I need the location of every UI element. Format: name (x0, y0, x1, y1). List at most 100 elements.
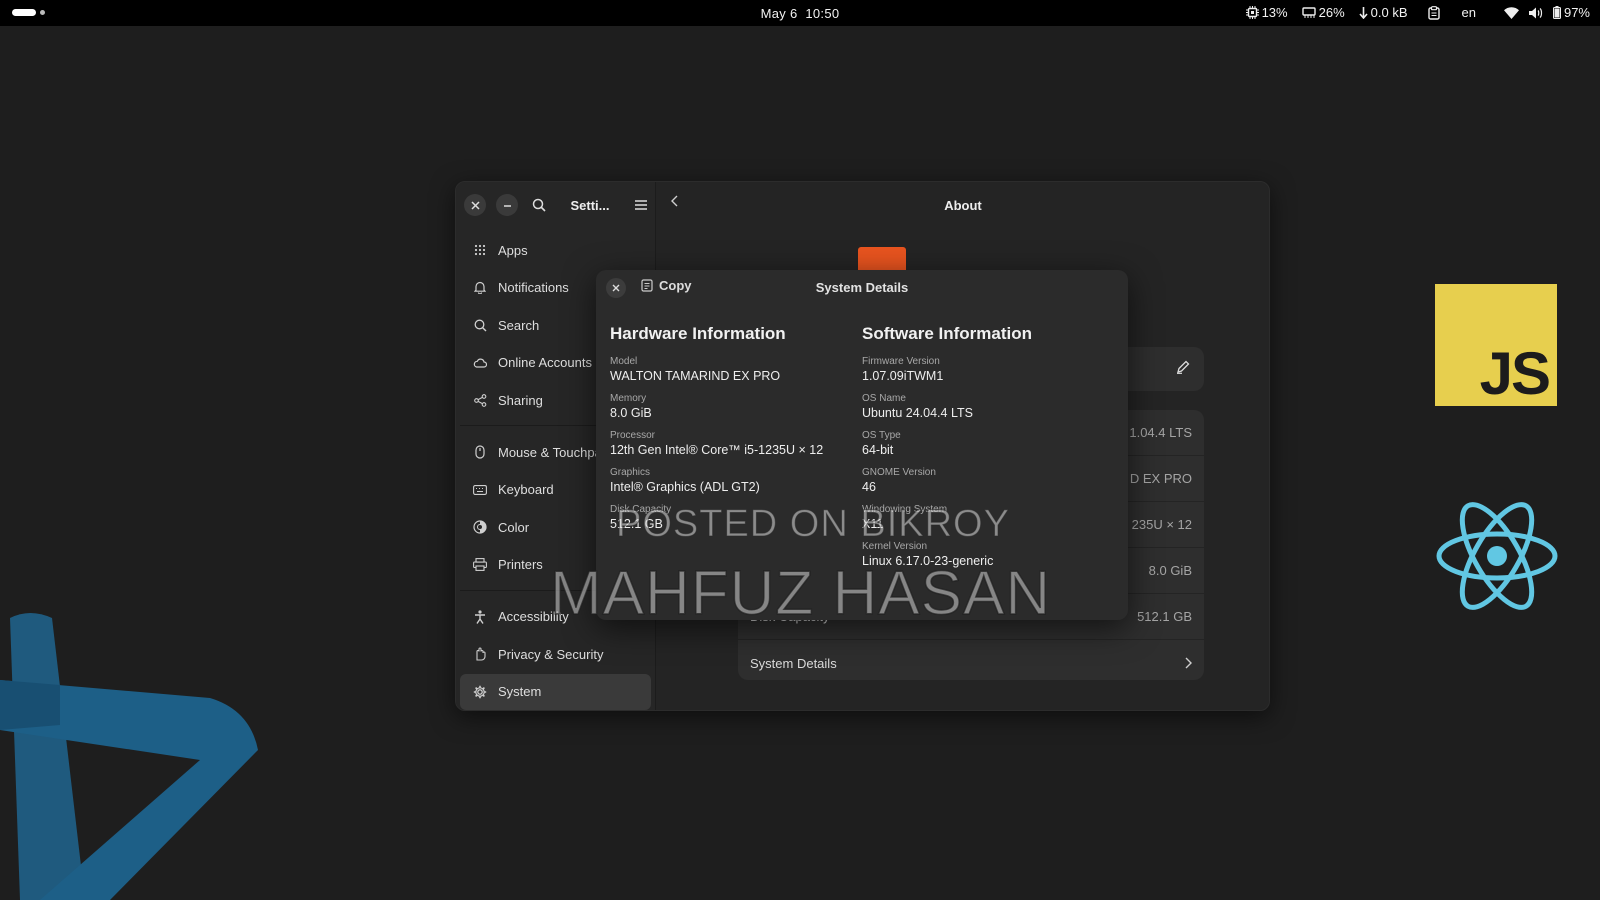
hardware-heading: Hardware Information (610, 324, 786, 343)
cloud-icon (472, 355, 488, 371)
about-row-value: D EX PRO (1129, 471, 1192, 486)
vscode-logo-icon (0, 613, 258, 900)
back-button[interactable] (671, 194, 679, 212)
field-value: 1.07.09iTWM1 (862, 369, 944, 383)
memory-indicator[interactable]: 26% (1301, 5, 1345, 20)
hardware-field-graphics: Graphics Intel® Graphics (ADL GT2) (610, 467, 862, 495)
watermark-posted-on: POSTED ON BIKROY (616, 503, 1010, 546)
main-menu-button[interactable] (630, 194, 652, 216)
wifi-icon (1503, 6, 1519, 19)
language-indicator[interactable]: en (1462, 5, 1476, 20)
field-label: Firmware Version (862, 356, 940, 367)
system-tray: 13% 26% 0.0 kB en 97% (1245, 5, 1590, 20)
network-indicator[interactable]: 0.0 kB (1359, 5, 1408, 20)
sidebar-item-apps[interactable]: Apps (460, 232, 651, 268)
field-value: 12th Gen Intel® Core™ i5-1235U × 12 (610, 443, 824, 457)
field-label: GNOME Version (862, 467, 936, 478)
sidebar-item-label: Notifications (498, 280, 569, 295)
bell-icon (472, 280, 488, 296)
software-field-os-type: OS Type 64-bit (862, 430, 1114, 458)
software-field-firmware: Firmware Version 1.07.09iTWM1 (862, 356, 1114, 384)
sidebar-item-system[interactable]: System (460, 673, 651, 710)
status-menu[interactable]: 97% (1503, 5, 1590, 20)
sidebar-item-label: Search (498, 317, 540, 333)
window-minimize-button[interactable] (496, 194, 518, 216)
battery-indicator: 97% (1552, 5, 1590, 20)
chevron-right-icon (1185, 657, 1192, 669)
edit-pencil-icon[interactable] (1176, 360, 1190, 379)
field-label: OS Type (862, 430, 901, 441)
field-value: Ubuntu 24.04.4 LTS (862, 406, 973, 420)
content-header: About (657, 182, 1269, 228)
color-icon (472, 519, 488, 535)
sidebar-item-label: Mouse & Touchpad (498, 444, 610, 460)
cpu-value: 13% (1261, 5, 1288, 20)
field-value: 64-bit (862, 443, 894, 457)
field-value: 46 (862, 480, 876, 494)
battery-icon (1552, 6, 1561, 19)
volume-icon (1528, 7, 1543, 18)
field-label: Graphics (610, 467, 651, 478)
hamburger-menu-icon (635, 200, 647, 210)
search-icon (532, 198, 546, 212)
apps-grid-icon (472, 242, 488, 258)
dialog-header: Copy System Details (596, 270, 1128, 306)
memory-value: 26% (1318, 5, 1345, 20)
sidebar-item-label: Color (498, 519, 530, 535)
hardware-field-processor: Processor 12th Gen Intel® Core™ i5-1235U… (610, 430, 862, 458)
about-row-value: 512.1 GB (1137, 609, 1192, 624)
sidebar-item-label: System (498, 684, 542, 699)
network-value: 0.0 kB (1370, 5, 1408, 20)
top-panel: May 6 10:50 13% 26% 0.0 kB en 97% (0, 0, 1600, 26)
field-label: Model (610, 356, 638, 367)
language-value: en (1461, 5, 1476, 20)
javascript-logo: JS (1435, 284, 1557, 406)
about-row-value: 8.0 GiB (1148, 563, 1192, 578)
field-value: Intel® Graphics (ADL GT2) (610, 480, 760, 494)
sidebar-item-label: Apps (498, 242, 528, 258)
react-logo-icon (1436, 502, 1558, 610)
memory-icon (1301, 7, 1316, 18)
field-label: Memory (610, 393, 647, 404)
page-title: About (944, 197, 982, 213)
software-heading: Software Information (862, 324, 1033, 343)
sidebar-item-label: Privacy & Security (498, 646, 604, 662)
field-label: Processor (610, 430, 656, 441)
battery-value: 97% (1563, 5, 1590, 20)
sidebar-item-privacy-security[interactable]: Privacy & Security (460, 636, 651, 672)
clock-time: 10:50 (805, 6, 840, 21)
hardware-field-memory: Memory 8.0 GiB (610, 393, 862, 421)
field-label: OS Name (862, 393, 906, 404)
keyboard-icon (472, 482, 488, 498)
sidebar-header: Setti... (456, 182, 655, 228)
gear-icon (472, 684, 488, 700)
dialog-title: System Details (815, 280, 909, 295)
javascript-logo-text: JS (1479, 340, 1551, 407)
cpu-icon (1245, 6, 1259, 19)
system-details-row[interactable]: System Details (738, 640, 1204, 680)
software-field-gnome-version: GNOME Version 46 (862, 467, 1114, 495)
field-value: WALTON TAMARIND EX PRO (610, 369, 781, 383)
hand-icon (472, 646, 488, 662)
system-details-label: System Details (750, 655, 837, 671)
printer-icon (472, 557, 488, 573)
download-arrow-icon (1359, 6, 1368, 19)
clock-date: May 6 (760, 6, 798, 21)
software-field-os-name: OS Name Ubuntu 24.04.4 LTS (862, 393, 1114, 421)
sidebar-item-label: Keyboard (498, 482, 554, 497)
sidebar-item-label: Sharing (498, 392, 543, 408)
window-close-button[interactable] (464, 194, 486, 216)
about-row-value: 235U × 12 (1131, 517, 1192, 532)
accessibility-icon (472, 609, 488, 625)
chevron-left-icon (671, 195, 678, 207)
about-row-value: 1.04.4 LTS (1129, 425, 1192, 440)
sidebar-item-label: Printers (498, 557, 543, 572)
sidebar-search-button[interactable] (528, 194, 550, 216)
clipboard-icon (1427, 5, 1440, 20)
cpu-indicator[interactable]: 13% (1245, 5, 1288, 20)
share-icon (472, 392, 488, 408)
search-icon (472, 317, 488, 333)
clipboard-indicator[interactable] (1427, 5, 1440, 20)
close-icon (470, 200, 480, 210)
watermark-author: MAHFUZ HASAN (549, 558, 1052, 629)
